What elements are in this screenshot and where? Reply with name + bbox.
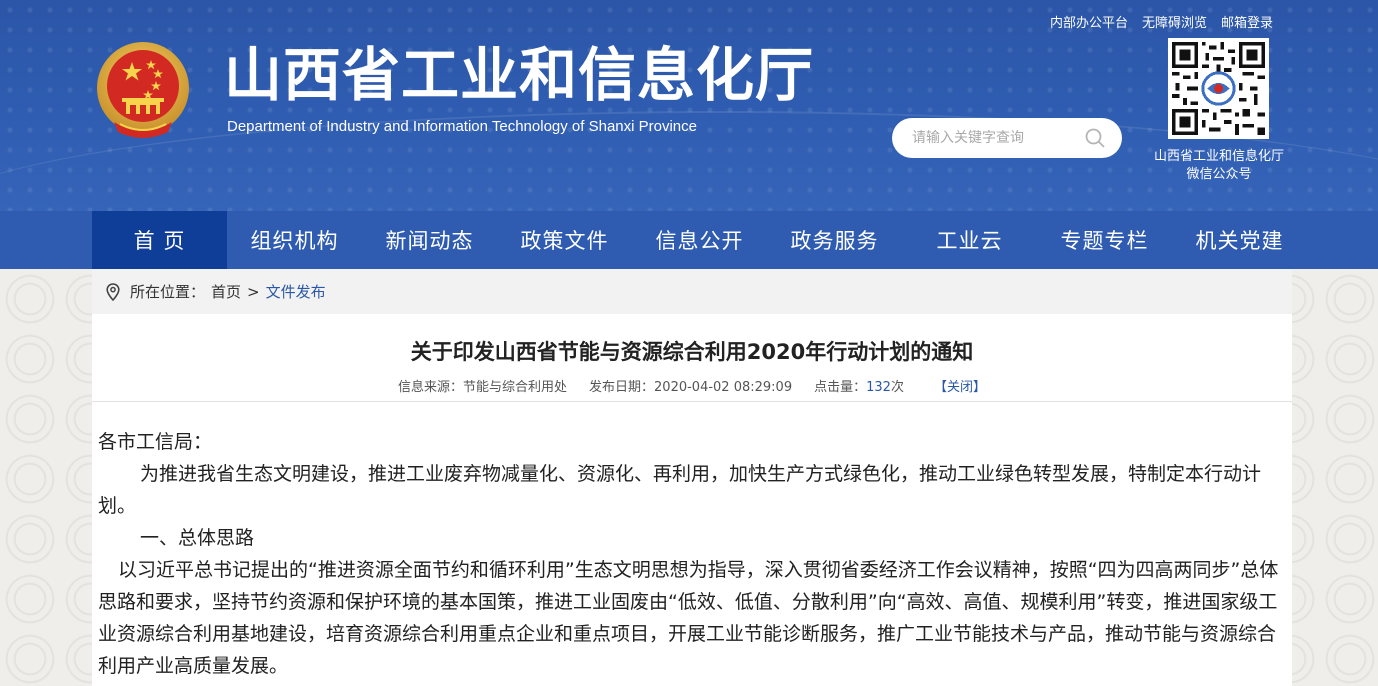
breadcrumb: 所在位置： 首页 > 文件发布 xyxy=(92,269,1292,314)
site-subtitle-english: Department of Industry and Information T… xyxy=(227,118,697,135)
breadcrumb-home-link[interactable]: 首页 xyxy=(211,281,241,302)
national-emblem-icon xyxy=(97,42,189,138)
article-title: 关于印发山西省节能与资源综合利用2020年行动计划的通知 xyxy=(410,340,974,364)
location-pin-icon xyxy=(106,282,120,301)
qr-caption-line2: 微信公众号 xyxy=(1186,167,1252,182)
internal-office-link[interactable]: 内部办公平台 xyxy=(1050,12,1128,31)
main-nav: 首 页 组织机构 新闻动态 政策文件 信息公开 政务服务 工业云 专题专栏 机关… xyxy=(0,211,1378,269)
nav-item-party-building[interactable]: 机关党建 xyxy=(1172,211,1307,269)
article-section-heading-1: 一、总体思路 xyxy=(140,527,255,549)
search-box xyxy=(892,118,1122,158)
article-clicks: 点击量：132次 xyxy=(814,376,904,395)
article-date: 发布日期：2020-04-02 08:29:09 xyxy=(589,380,793,395)
article-paragraph-2: 以习近平总书记提出的“推进资源全面节约和循环利用”生态文明思想为指导，深入贯彻省… xyxy=(98,559,1279,677)
article-salutation: 各市工信局： xyxy=(98,431,213,453)
close-link[interactable]: 【关闭】 xyxy=(934,376,986,395)
nav-item-gov-services[interactable]: 政务服务 xyxy=(767,211,902,269)
nav-item-industry-cloud[interactable]: 工业云 xyxy=(902,211,1037,269)
top-links: 内部办公平台 无障碍浏览 邮箱登录 xyxy=(1050,12,1273,31)
article-source: 信息来源：节能与综合利用处 xyxy=(398,380,568,395)
article-meta: 信息来源：节能与综合利用处 发布日期：2020-04-02 08:29:09 点… xyxy=(92,374,1292,402)
breadcrumb-separator: > xyxy=(247,282,260,301)
article-clicks-suffix: 次 xyxy=(890,380,904,395)
nav-item-news[interactable]: 新闻动态 xyxy=(362,211,497,269)
article-paragraph-1: 为推进我省生态文明建设，推进工业废弃物减量化、资源化、再利用，加快生产方式绿色化… xyxy=(98,463,1262,517)
wechat-qr-code-icon xyxy=(1168,38,1269,139)
breadcrumb-label: 所在位置： xyxy=(130,283,206,301)
nav-item-info-disclosure[interactable]: 信息公开 xyxy=(632,211,767,269)
site-title: 山西省工业和信息化厅 xyxy=(224,41,815,109)
nav-item-home[interactable]: 首 页 xyxy=(92,211,227,269)
search-input[interactable] xyxy=(912,130,1082,146)
search-icon[interactable] xyxy=(1084,127,1106,149)
accessibility-link[interactable]: 无障碍浏览 xyxy=(1142,12,1207,31)
article-clicks-value: 132 xyxy=(866,380,891,395)
nav-item-policy[interactable]: 政策文件 xyxy=(497,211,632,269)
site-header: 山西省工业和信息化厅 Department of Industry and In… xyxy=(0,0,1378,211)
email-login-link[interactable]: 邮箱登录 xyxy=(1221,12,1273,31)
nav-item-special-topics[interactable]: 专题专栏 xyxy=(1037,211,1172,269)
article-body: 各市工信局： 为推进我省生态文明建设，推进工业废弃物减量化、资源化、再利用，加快… xyxy=(98,426,1288,682)
article-clicks-prefix: 点击量： xyxy=(814,380,867,395)
article-panel: 关于印发山西省节能与资源综合利用2020年行动计划的通知 信息来源：节能与综合利… xyxy=(92,314,1292,686)
breadcrumb-current-link[interactable]: 文件发布 xyxy=(266,281,326,302)
nav-item-organization[interactable]: 组织机构 xyxy=(227,211,362,269)
qr-caption-line1: 山西省工业和信息化厅 xyxy=(1153,149,1284,164)
qr-caption: 山西省工业和信息化厅 微信公众号 xyxy=(1136,148,1302,184)
